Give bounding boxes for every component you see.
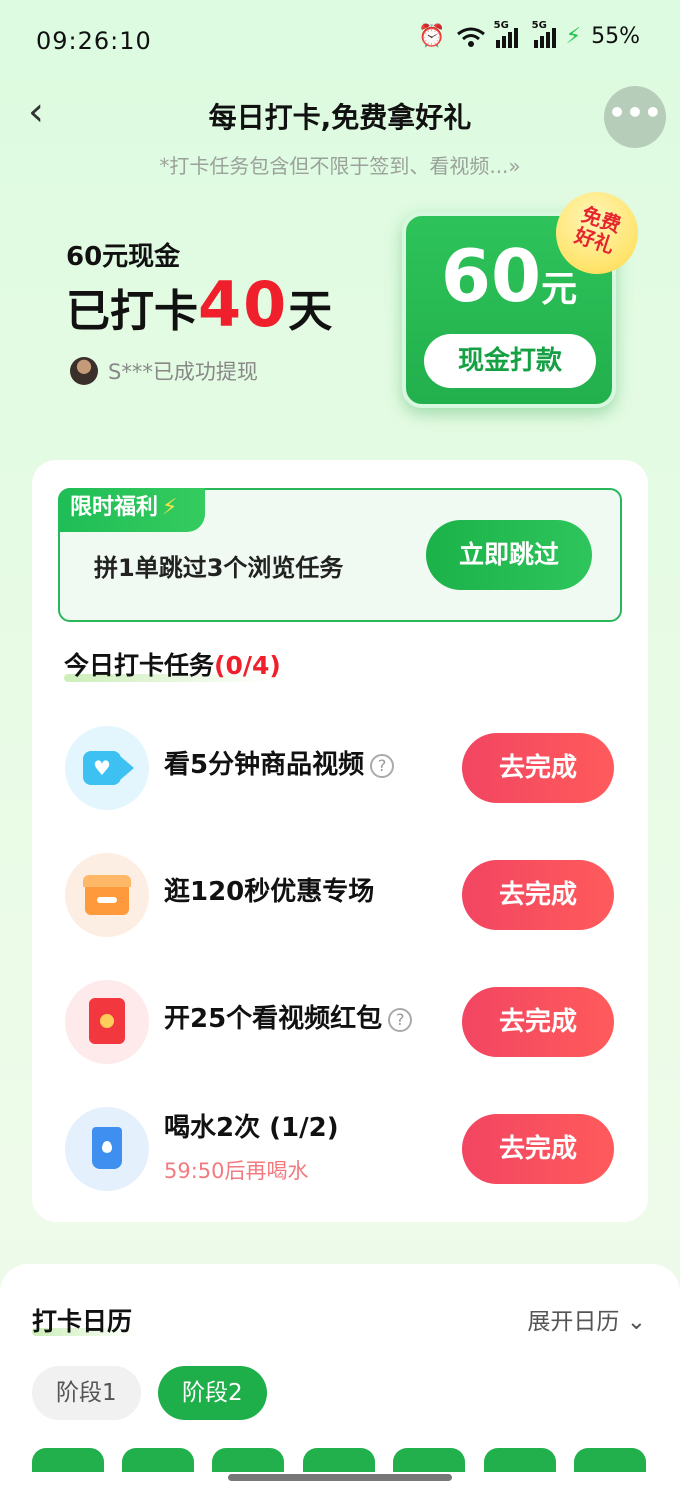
calendar-day[interactable] (393, 1448, 465, 1472)
store-task-icon (65, 853, 149, 937)
task-row: 开25个看视频红包? 去完成 (32, 972, 648, 1072)
calendar-title: 打卡日历 (32, 1307, 133, 1336)
task-name: 喝水2次 (1/2) (164, 1113, 339, 1143)
checkin-calendar: 打卡日历 展开日历 ⌄ 阶段1 阶段2 (0, 1264, 680, 1496)
complete-task-button[interactable]: 去完成 (462, 1114, 614, 1184)
task-name: 开25个看视频红包? (164, 998, 413, 1035)
complete-task-button[interactable]: 去完成 (462, 987, 614, 1057)
signal-icon: 5G (494, 20, 518, 48)
task-name: 逛120秒优惠专场 (164, 877, 375, 907)
withdraw-notice: S***已成功提现 (70, 356, 258, 386)
help-icon[interactable]: ? (370, 753, 395, 778)
status-icons: ⏰ 5G 5G ⚡ 55% (418, 20, 640, 50)
stage-2-tab[interactable]: 阶段2 (158, 1366, 267, 1420)
days-prefix: 已打卡 (66, 286, 198, 337)
status-bar: 09:26:10 ⏰ 5G 5G ⚡ 55% (0, 0, 680, 80)
page-subtitle[interactable]: *打卡任务包含但不限于签到、看视频...» (0, 150, 680, 179)
task-row: 逛120秒优惠专场 去完成 (32, 845, 648, 945)
withdraw-text: S***已成功提现 (108, 360, 258, 384)
days-suffix: 天 (288, 286, 333, 337)
water-cup-icon (65, 1107, 149, 1191)
lightning-icon: ⚡ (162, 495, 178, 520)
wifi-icon (456, 27, 485, 47)
section-title: 今日打卡任务(0/4) (64, 651, 281, 680)
battery-percent: 55% (591, 24, 640, 49)
expand-calendar-button[interactable]: 展开日历 ⌄ (527, 1302, 646, 1336)
video-task-icon: ♥ (65, 726, 149, 810)
help-icon[interactable]: ? (388, 1007, 413, 1032)
more-options-button[interactable]: ••• (604, 86, 666, 148)
home-indicator[interactable] (228, 1474, 452, 1481)
calendar-day[interactable] (122, 1448, 194, 1472)
calendar-day[interactable] (32, 1448, 104, 1472)
alarm-icon: ⏰ (418, 24, 446, 49)
avatar (70, 357, 98, 385)
task-card: 限时福利 ⚡ 拼1单跳过3个浏览任务 立即跳过 今日打卡任务(0/4) ♥ 看5分… (32, 460, 648, 1222)
calendar-day[interactable] (574, 1448, 646, 1472)
promo-banner: 限时福利 ⚡ 拼1单跳过3个浏览任务 立即跳过 (58, 488, 622, 622)
promo-text: 拼1单跳过3个浏览任务 (94, 554, 344, 582)
task-progress: (0/4) (214, 651, 281, 680)
days-count: 40 (198, 268, 289, 341)
signal-roaming-icon: 5G (532, 20, 556, 48)
task-row: 喝水2次 (1/2) 59:50后再喝水 去完成 (32, 1099, 648, 1199)
checkin-days: 已打卡40天 (66, 268, 332, 341)
page-title: 每日打卡,免费拿好礼 (208, 101, 472, 134)
red-envelope-icon (65, 980, 149, 1064)
cash-payout-button[interactable]: 现金打款 (424, 334, 596, 388)
task-name: 看5分钟商品视频? (164, 744, 395, 781)
status-time: 09:26:10 (36, 27, 152, 55)
calendar-day[interactable] (303, 1448, 375, 1472)
task-row: ♥ 看5分钟商品视频? 去完成 (32, 718, 648, 818)
charging-icon: ⚡ (565, 24, 582, 49)
task-cooldown: 59:50后再喝水 (164, 1159, 309, 1183)
stage-1-tab[interactable]: 阶段1 (32, 1366, 141, 1420)
calendar-day[interactable] (484, 1448, 556, 1472)
skip-now-button[interactable]: 立即跳过 (426, 520, 592, 590)
complete-task-button[interactable]: 去完成 (462, 733, 614, 803)
promo-tag: 限时福利 ⚡ (58, 488, 206, 532)
complete-task-button[interactable]: 去完成 (462, 860, 614, 930)
calendar-day[interactable] (212, 1448, 284, 1472)
